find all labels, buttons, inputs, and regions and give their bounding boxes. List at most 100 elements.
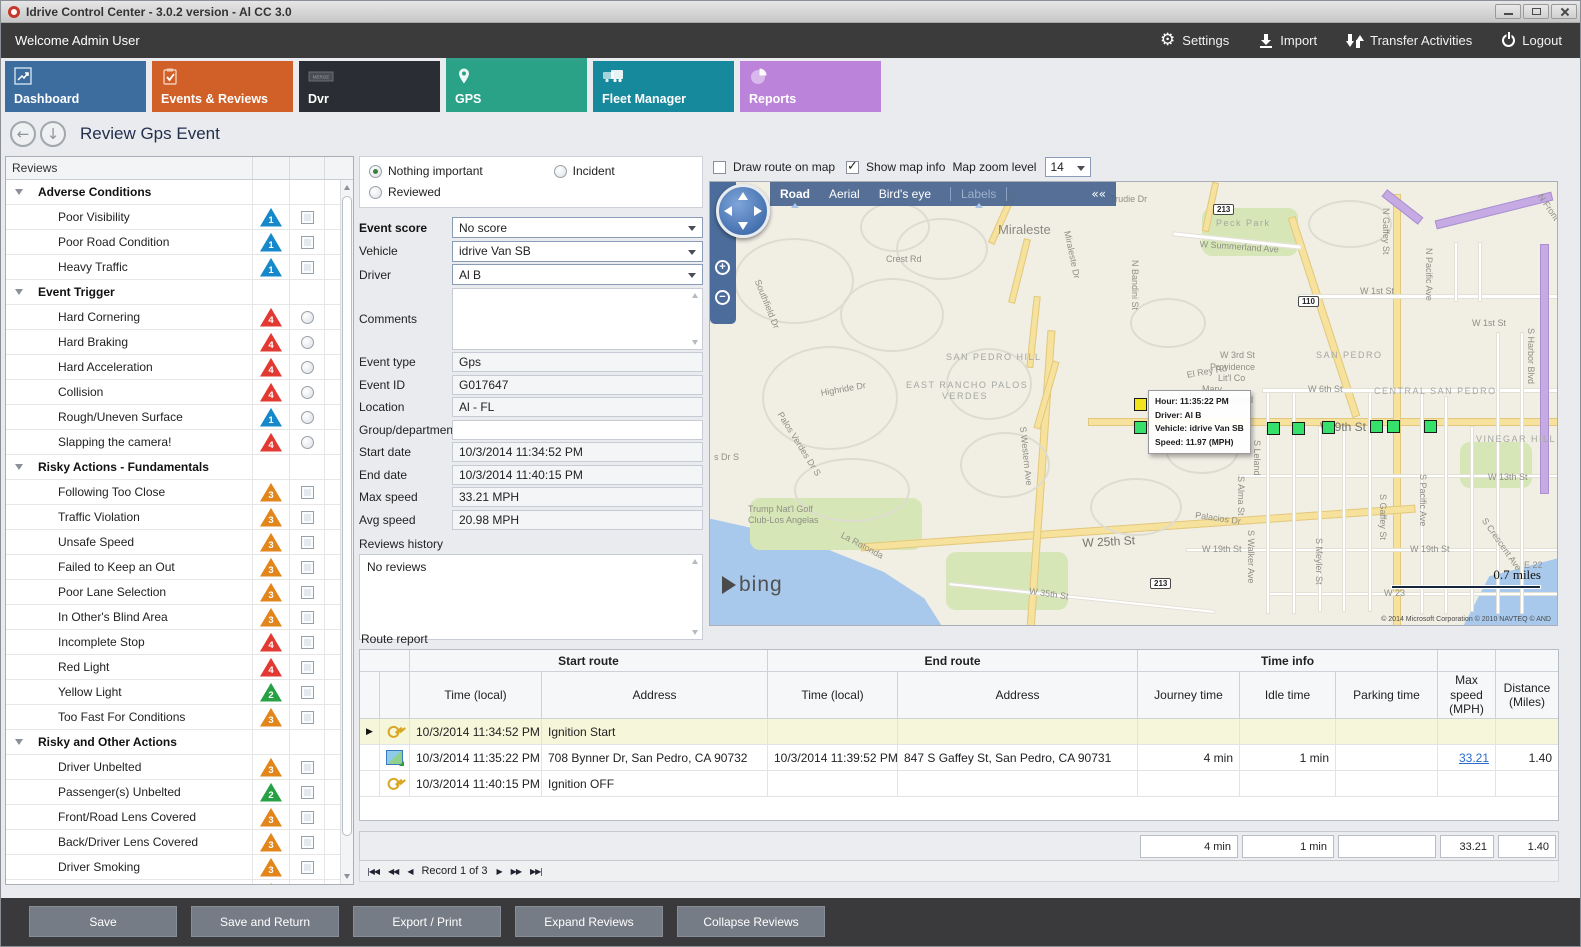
review-item-row[interactable]: Hard Acceleration4 bbox=[6, 355, 340, 380]
review-checkbox[interactable] bbox=[301, 561, 314, 574]
radio-incident[interactable]: Incident bbox=[554, 164, 693, 178]
review-item-row[interactable]: Following Too Close3 bbox=[6, 480, 340, 505]
reviews-scrollbar[interactable] bbox=[340, 180, 353, 884]
save-and-return-button[interactable]: Save and Return bbox=[191, 906, 339, 937]
prev-record-button[interactable]: ◀ bbox=[407, 867, 412, 876]
save-button[interactable]: Save bbox=[29, 906, 177, 937]
show-map-info-checkbox[interactable] bbox=[846, 161, 859, 174]
review-checkbox[interactable] bbox=[301, 786, 314, 799]
review-item-row[interactable]: Collision4 bbox=[6, 380, 340, 405]
review-item-row[interactable]: Unsafe Speed3 bbox=[6, 530, 340, 555]
review-checkbox[interactable] bbox=[301, 261, 314, 274]
review-checkbox[interactable] bbox=[301, 636, 314, 649]
review-radio[interactable] bbox=[301, 411, 314, 424]
down-button[interactable]: ↓ bbox=[40, 121, 66, 147]
review-item-row[interactable]: Incomplete Stop4 bbox=[6, 630, 340, 655]
max-speed-link[interactable]: 33.21 bbox=[1459, 751, 1489, 765]
collapse-reviews-button[interactable]: Collapse Reviews bbox=[677, 906, 825, 937]
route-table-row[interactable]: ▶10/3/2014 11:34:52 PMIgnition Start bbox=[360, 719, 1558, 745]
radio-icon[interactable] bbox=[369, 165, 382, 178]
review-item-row[interactable]: Driver Unbelted3 bbox=[6, 755, 340, 780]
radio-icon[interactable] bbox=[554, 165, 567, 178]
review-item-row[interactable]: Operating Handled Device3 bbox=[6, 880, 340, 884]
route-point-marker[interactable] bbox=[1134, 421, 1147, 434]
collapse-icon[interactable] bbox=[6, 730, 32, 754]
review-checkbox[interactable] bbox=[301, 536, 314, 549]
map-compass[interactable] bbox=[716, 184, 770, 238]
map-view-road[interactable]: Road bbox=[780, 187, 810, 201]
scroll-down-icon[interactable] bbox=[344, 874, 350, 879]
tab-reports[interactable]: Reports bbox=[740, 61, 881, 112]
review-checkbox[interactable] bbox=[301, 661, 314, 674]
radio-reviewed[interactable]: Reviewed bbox=[369, 185, 554, 199]
collapse-icon[interactable] bbox=[6, 280, 32, 304]
scroll-up-icon[interactable] bbox=[344, 185, 350, 190]
zoom-in-icon[interactable]: + bbox=[715, 260, 730, 275]
group-department-field[interactable] bbox=[452, 420, 703, 440]
review-checkbox[interactable] bbox=[301, 836, 314, 849]
route-table-row[interactable]: 10/3/2014 11:40:15 PMIgnition OFF bbox=[360, 771, 1558, 797]
map-view-aerial[interactable]: Aerial bbox=[829, 187, 860, 201]
driver-select[interactable]: Al B bbox=[452, 264, 703, 285]
next-record-button[interactable]: ▶ bbox=[497, 867, 502, 876]
first-record-button[interactable]: |◀◀ bbox=[367, 867, 379, 876]
review-item-row[interactable]: Yellow Light2 bbox=[6, 680, 340, 705]
minimize-button[interactable] bbox=[1495, 4, 1521, 19]
route-point-marker[interactable] bbox=[1267, 422, 1280, 435]
route-point-marker[interactable] bbox=[1292, 422, 1305, 435]
map-view-birds-eye[interactable]: Bird's eye bbox=[879, 187, 931, 201]
collapse-icon[interactable] bbox=[6, 455, 32, 479]
review-item-row[interactable]: Poor Visibility1 bbox=[6, 205, 340, 230]
review-item-row[interactable]: Passenger(s) Unbelted2 bbox=[6, 780, 340, 805]
review-item-row[interactable]: Rough/Uneven Surface1 bbox=[6, 405, 340, 430]
bing-map[interactable]: Trudie Dr213Peck ParkW Summerland AveMir… bbox=[709, 181, 1558, 626]
review-checkbox[interactable] bbox=[301, 211, 314, 224]
import-button[interactable]: Import bbox=[1259, 33, 1317, 48]
last-record-button[interactable]: ▶▶| bbox=[530, 867, 542, 876]
route-point-marker[interactable] bbox=[1370, 420, 1383, 433]
comments-textarea[interactable] bbox=[452, 288, 703, 350]
tab-fleet-manager[interactable]: Fleet Manager bbox=[593, 61, 734, 112]
review-item-row[interactable]: Back/Driver Lens Covered3 bbox=[6, 830, 340, 855]
review-radio[interactable] bbox=[301, 361, 314, 374]
review-checkbox[interactable] bbox=[301, 811, 314, 824]
back-button[interactable]: ← bbox=[10, 121, 36, 147]
export-print-button[interactable]: Export / Print bbox=[353, 906, 501, 937]
tab-gps[interactable]: GPS bbox=[446, 61, 587, 112]
route-point-marker[interactable] bbox=[1322, 421, 1335, 434]
review-group-row[interactable]: Event Trigger bbox=[6, 280, 340, 305]
radio-nothing-important[interactable]: Nothing important bbox=[369, 164, 554, 178]
map-toolbar-collapse[interactable]: «« bbox=[1091, 187, 1106, 201]
tab-dashboard[interactable]: Dashboard bbox=[5, 61, 146, 112]
review-item-row[interactable]: Heavy Traffic1 bbox=[6, 255, 340, 280]
event-marker-yellow[interactable] bbox=[1134, 398, 1147, 411]
review-radio[interactable] bbox=[301, 386, 314, 399]
review-item-row[interactable]: Front/Road Lens Covered3 bbox=[6, 805, 340, 830]
review-group-row[interactable]: Adverse Conditions bbox=[6, 180, 340, 205]
review-checkbox[interactable] bbox=[301, 511, 314, 524]
map-zoom-select[interactable]: 14 bbox=[1045, 157, 1091, 177]
review-checkbox[interactable] bbox=[301, 761, 314, 774]
review-radio[interactable] bbox=[301, 336, 314, 349]
close-button[interactable] bbox=[1551, 4, 1577, 19]
review-group-row[interactable]: Risky Actions - Fundamentals bbox=[6, 455, 340, 480]
review-item-row[interactable]: Hard Braking4 bbox=[6, 330, 340, 355]
review-item-row[interactable]: Poor Road Condition1 bbox=[6, 230, 340, 255]
settings-button[interactable]: ⚙ Settings bbox=[1160, 32, 1229, 49]
review-checkbox[interactable] bbox=[301, 611, 314, 624]
next-page-button[interactable]: ▶▶ bbox=[511, 867, 521, 876]
review-checkbox[interactable] bbox=[301, 236, 314, 249]
review-item-row[interactable]: Red Light4 bbox=[6, 655, 340, 680]
radio-icon[interactable] bbox=[369, 186, 382, 199]
review-checkbox[interactable] bbox=[301, 861, 314, 874]
route-table-row[interactable]: 10/3/2014 11:35:22 PM708 Bynner Dr, San … bbox=[360, 745, 1558, 771]
map-view-labels[interactable]: Labels bbox=[961, 187, 996, 201]
review-item-row[interactable]: Too Fast For Conditions3 bbox=[6, 705, 340, 730]
review-item-row[interactable]: Failed to Keep an Out3 bbox=[6, 555, 340, 580]
tab-events-reviews[interactable]: Events & Reviews bbox=[152, 61, 293, 112]
collapse-icon[interactable] bbox=[6, 180, 32, 204]
review-checkbox[interactable] bbox=[301, 686, 314, 699]
review-checkbox[interactable] bbox=[301, 711, 314, 724]
vehicle-select[interactable]: idrive Van SB bbox=[452, 241, 703, 262]
route-point-marker[interactable] bbox=[1424, 420, 1437, 433]
